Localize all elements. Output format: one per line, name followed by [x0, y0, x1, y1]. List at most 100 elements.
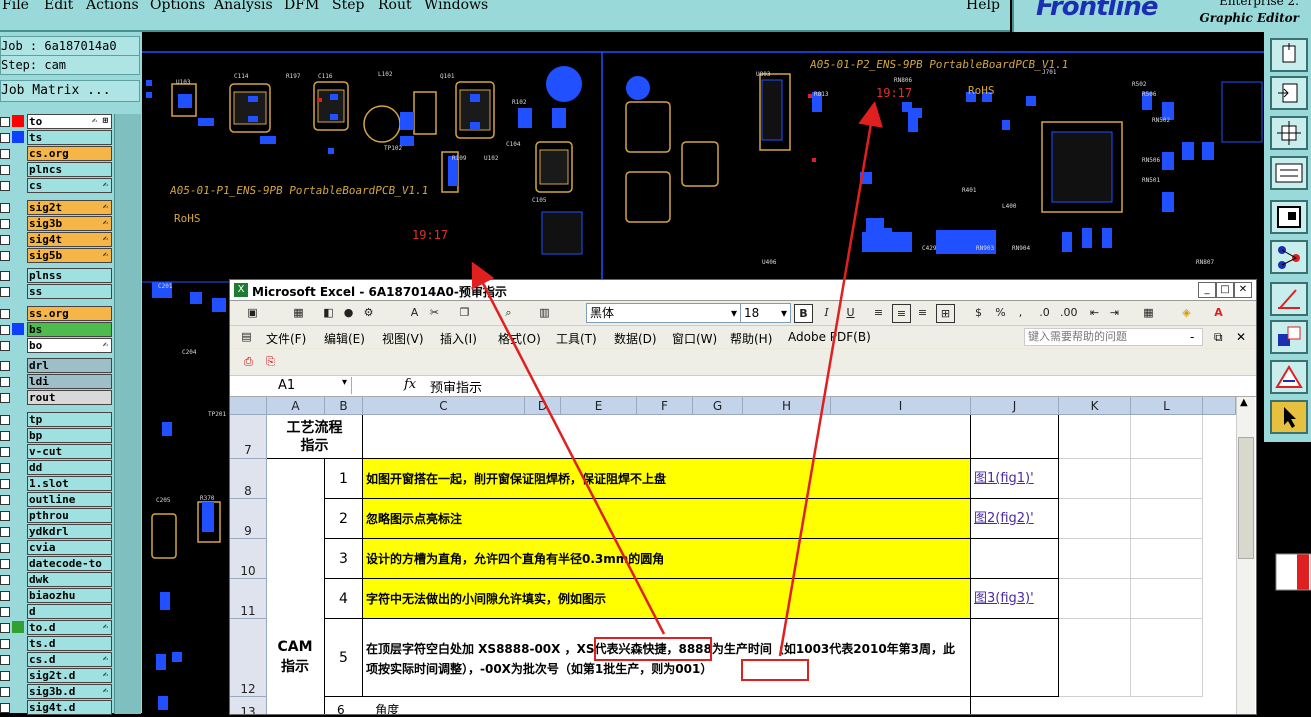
- job-matrix-button[interactable]: Job Matrix ...: [0, 80, 140, 102]
- layer-name[interactable]: ss.org: [27, 306, 112, 321]
- layer-name[interactable]: to.d ✍: [27, 620, 112, 635]
- layer-row-datecode-to[interactable]: datecode-to: [0, 556, 142, 571]
- layer-row-1-slot[interactable]: 1.slot: [0, 476, 142, 491]
- menu-help[interactable]: Help: [966, 0, 1000, 13]
- col-header-g[interactable]: G: [693, 397, 743, 415]
- layer-name[interactable]: bp: [27, 428, 112, 443]
- layer-row-cs-org[interactable]: cs.org: [0, 146, 142, 161]
- layer-name[interactable]: sig2t.d ✍: [27, 668, 112, 683]
- cell-row7-j[interactable]: [971, 415, 1059, 459]
- layer-row-tp[interactable]: tp: [0, 412, 142, 427]
- layer-name[interactable]: to ✍ ⊞: [27, 114, 112, 129]
- align-left-icon[interactable]: ≡: [870, 304, 887, 321]
- layer-name[interactable]: cvia: [27, 540, 112, 555]
- cell-empty[interactable]: [1059, 619, 1131, 697]
- layer-name[interactable]: cs ✍: [27, 178, 112, 193]
- layer-name[interactable]: sig3b.d ✍: [27, 684, 112, 699]
- col-header-b[interactable]: B: [325, 397, 363, 415]
- cell-empty[interactable]: [1131, 619, 1203, 697]
- layer-checkbox[interactable]: [0, 511, 10, 521]
- layer-row-sig5b[interactable]: sig5b ✍: [0, 248, 142, 263]
- layer-color-swatch[interactable]: [12, 621, 24, 633]
- chevron-down-icon[interactable]: ▾: [342, 377, 347, 388]
- cut-icon[interactable]: ✂: [426, 304, 443, 321]
- font-color-icon[interactable]: A: [1210, 304, 1227, 321]
- layer-name[interactable]: bs: [27, 322, 112, 337]
- row-header-8[interactable]: 8: [230, 459, 267, 499]
- indent-icon[interactable]: ⇥: [1106, 304, 1123, 321]
- row-header-13[interactable]: 13: [230, 697, 267, 714]
- col-header-l[interactable]: L: [1131, 397, 1203, 415]
- cell-process-header[interactable]: 工艺流程 指示: [267, 415, 363, 459]
- currency-icon[interactable]: $: [970, 304, 987, 321]
- layer-name[interactable]: v-cut: [27, 444, 112, 459]
- text-icon[interactable]: A: [406, 304, 423, 321]
- cell-empty[interactable]: [1059, 459, 1131, 499]
- mini-map[interactable]: [1264, 442, 1311, 713]
- fx-icon[interactable]: fx: [404, 377, 416, 392]
- menu-file-cn[interactable]: 文件(F): [266, 330, 306, 347]
- merge-icon[interactable]: ⊞: [936, 304, 955, 323]
- layer-checkbox[interactable]: [0, 165, 10, 175]
- layer-checkbox[interactable]: [0, 287, 10, 297]
- col-header-c[interactable]: C: [363, 397, 525, 415]
- layer-name[interactable]: ldi: [27, 374, 112, 389]
- layer-row-cs[interactable]: cs ✍: [0, 178, 142, 193]
- cell-empty[interactable]: [1059, 539, 1131, 579]
- layer-name[interactable]: tp: [27, 412, 112, 427]
- layer-checkbox[interactable]: [0, 431, 10, 441]
- layer-checkbox[interactable]: [0, 591, 10, 601]
- menu-view-cn[interactable]: 视图(V): [382, 330, 424, 347]
- cell-row9-b[interactable]: 2: [325, 499, 363, 539]
- layer-name[interactable]: plncs: [27, 162, 112, 177]
- layer-checkbox[interactable]: [0, 203, 10, 213]
- layer-checkbox[interactable]: [0, 341, 10, 351]
- pdf-email-icon[interactable]: ⎘: [262, 353, 279, 370]
- col-header-a[interactable]: A: [267, 397, 325, 415]
- pdf-convert-icon[interactable]: ⎙: [240, 353, 257, 370]
- layer-checkbox[interactable]: [0, 607, 10, 617]
- layer-name[interactable]: ts.d: [27, 636, 112, 651]
- layer-name[interactable]: cs.d ✍: [27, 652, 112, 667]
- menu-edit-cn[interactable]: 编辑(E): [324, 330, 365, 347]
- layer-name[interactable]: d: [27, 604, 112, 619]
- layer-name[interactable]: ts: [27, 130, 112, 145]
- layer-row-drl[interactable]: drl: [0, 358, 142, 373]
- layer-row-sig2t-d[interactable]: sig2t.d ✍: [0, 668, 142, 683]
- layer-row-ss-org[interactable]: ss.org: [0, 306, 142, 321]
- cell-empty[interactable]: [1131, 415, 1203, 459]
- layer-row-to-d[interactable]: to.d ✍: [0, 620, 142, 635]
- layer-row-d[interactable]: d: [0, 604, 142, 619]
- layer-checkbox[interactable]: [0, 393, 10, 403]
- menu-edit[interactable]: Edit: [44, 0, 73, 13]
- outdent-icon[interactable]: ⇤: [1086, 304, 1103, 321]
- menu-analysis[interactable]: Analysis: [214, 0, 273, 13]
- layer-name[interactable]: plnss: [27, 268, 112, 283]
- layer-checkbox[interactable]: [0, 479, 10, 489]
- edit-tools-icon[interactable]: [1270, 156, 1308, 190]
- layer-row-plncs[interactable]: plncs: [0, 162, 142, 177]
- scroll-thumb[interactable]: [1238, 437, 1254, 559]
- layer-checkbox[interactable]: [0, 235, 10, 245]
- cell-row11-c[interactable]: 字符中无法做出的小间隙允许填实，例如图示: [363, 579, 971, 619]
- circle-icon[interactable]: ●: [340, 304, 357, 321]
- formula-input[interactable]: 预审指示: [430, 377, 482, 396]
- cell-empty[interactable]: [1131, 539, 1203, 579]
- link-fig1[interactable]: 图1(fig1)': [971, 459, 1059, 499]
- layer-name[interactable]: pthrou: [27, 508, 112, 523]
- layer-checkbox[interactable]: [0, 687, 10, 697]
- net-icon[interactable]: [1270, 240, 1308, 274]
- layer-checkbox[interactable]: [0, 361, 10, 371]
- save-icon[interactable]: ▣: [244, 304, 261, 321]
- borders-icon[interactable]: ▦: [1140, 304, 1157, 321]
- cell-row10-c[interactable]: 设计的方槽为直角，允许四个直角有半径0.3mm的圆角: [363, 539, 971, 579]
- cell-empty[interactable]: [1059, 579, 1131, 619]
- layer-row-sig4t[interactable]: sig4t ✍: [0, 232, 142, 247]
- cell-empty[interactable]: [1059, 415, 1131, 459]
- pointer-icon[interactable]: [1270, 400, 1308, 434]
- fill-color-icon[interactable]: ◈: [1178, 304, 1195, 321]
- image-icon[interactable]: ▦: [290, 304, 307, 321]
- row-header-10[interactable]: 10: [230, 539, 267, 579]
- link-fig2[interactable]: 图2(fig2)': [971, 499, 1059, 539]
- zoom-icon[interactable]: ⌕: [500, 304, 517, 321]
